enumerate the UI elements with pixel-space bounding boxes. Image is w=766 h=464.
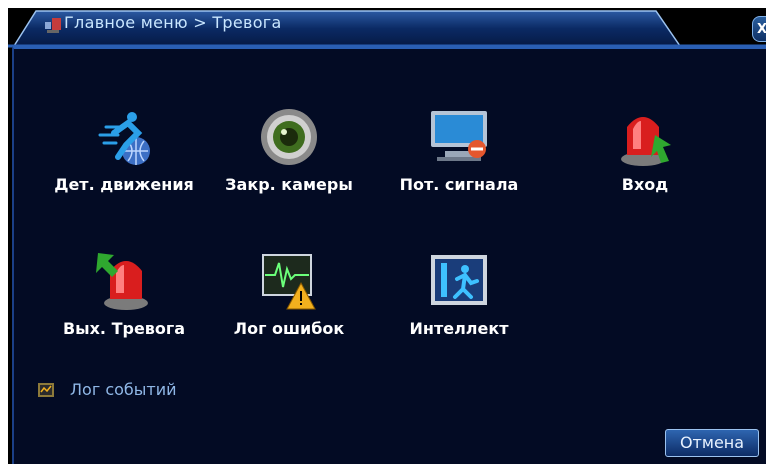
close-button[interactable]: X	[752, 16, 766, 42]
camera-blind-icon	[261, 109, 317, 165]
error-log-tile[interactable]: Лог ошибок	[209, 249, 369, 339]
cancel-button[interactable]: Отмена	[665, 429, 759, 457]
tile-label: Пот. сигнала	[399, 175, 519, 194]
tile-label: Интеллект	[409, 319, 509, 338]
tile-label: Вых. Тревога	[62, 319, 186, 338]
event-log-icon	[38, 383, 54, 397]
error-log-icon	[262, 254, 316, 310]
window-title: Главное меню > Тревога	[64, 13, 282, 32]
tile-label: Вход	[621, 175, 669, 194]
alarm-output-tile[interactable]: Вых. Тревога	[44, 249, 204, 339]
motion-detection-icon	[98, 112, 150, 165]
alarm-input-icon	[621, 117, 671, 166]
title-bar: Главное меню > Тревога X	[8, 8, 766, 48]
alarm-title-icon	[45, 18, 61, 33]
motion-detection-tile[interactable]: Дет. движения	[44, 105, 204, 195]
video-loss-tile[interactable]: Пот. сигнала	[379, 105, 539, 195]
alarm-window: Главное меню > Тревога X Дет. движения З…	[8, 8, 766, 464]
video-loss-icon	[431, 111, 487, 161]
intelligent-icon	[431, 255, 487, 305]
intelligent-tile[interactable]: Интеллект	[379, 249, 539, 339]
tile-label: Лог ошибок	[233, 319, 345, 338]
tile-label: Закр. камеры	[225, 175, 353, 194]
camera-blind-tile[interactable]: Закр. камеры	[209, 105, 369, 195]
event-log-label: Лог событий	[70, 380, 177, 399]
tile-label: Дет. движения	[54, 175, 194, 194]
alarm-output-icon	[96, 253, 148, 310]
main-panel: Дет. движения Закр. камеры Пот. сигнала	[12, 46, 766, 464]
alarm-input-tile[interactable]: Вход	[565, 105, 725, 195]
